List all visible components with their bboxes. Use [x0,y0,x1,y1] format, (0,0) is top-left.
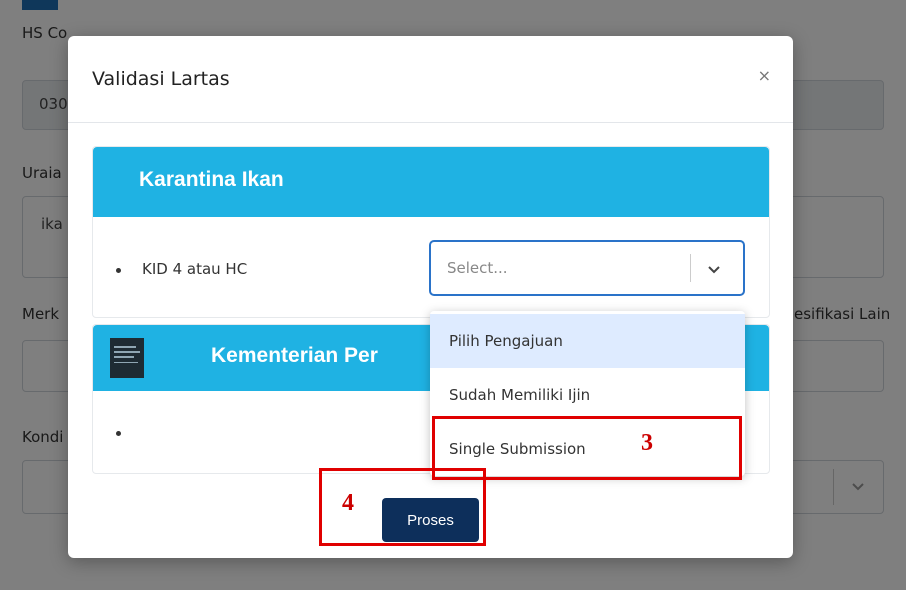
annotation-number-3: 3 [641,430,653,456]
bullet-dot [116,431,121,436]
section-header-karantina: Karantina Ikan [93,147,769,217]
bullet-dot [116,268,121,273]
modal-header: Validasi Lartas × [68,36,793,123]
section-title-karantina: Karantina Ikan [139,168,284,191]
item-kid4-label: KID 4 atau HC [142,260,248,278]
ministry-logo-icon [110,338,144,378]
section-title-kementerian: Kementerian Per [211,344,378,367]
close-icon[interactable]: × [758,66,771,85]
option-label: Pilih Pengajuan [449,332,563,350]
annotation-number-4: 4 [342,490,354,516]
option-sudah-memiliki-ijin[interactable]: Sudah Memiliki Ijin [430,368,745,422]
lartas-select[interactable]: Select... [429,240,745,296]
chevron-down-icon[interactable] [703,258,725,280]
select-separator [690,254,691,282]
option-pilih-pengajuan[interactable]: Pilih Pengajuan [430,314,745,368]
option-label: Sudah Memiliki Ijin [449,386,591,404]
modal-title: Validasi Lartas [92,68,230,90]
select-placeholder: Select... [447,259,508,277]
